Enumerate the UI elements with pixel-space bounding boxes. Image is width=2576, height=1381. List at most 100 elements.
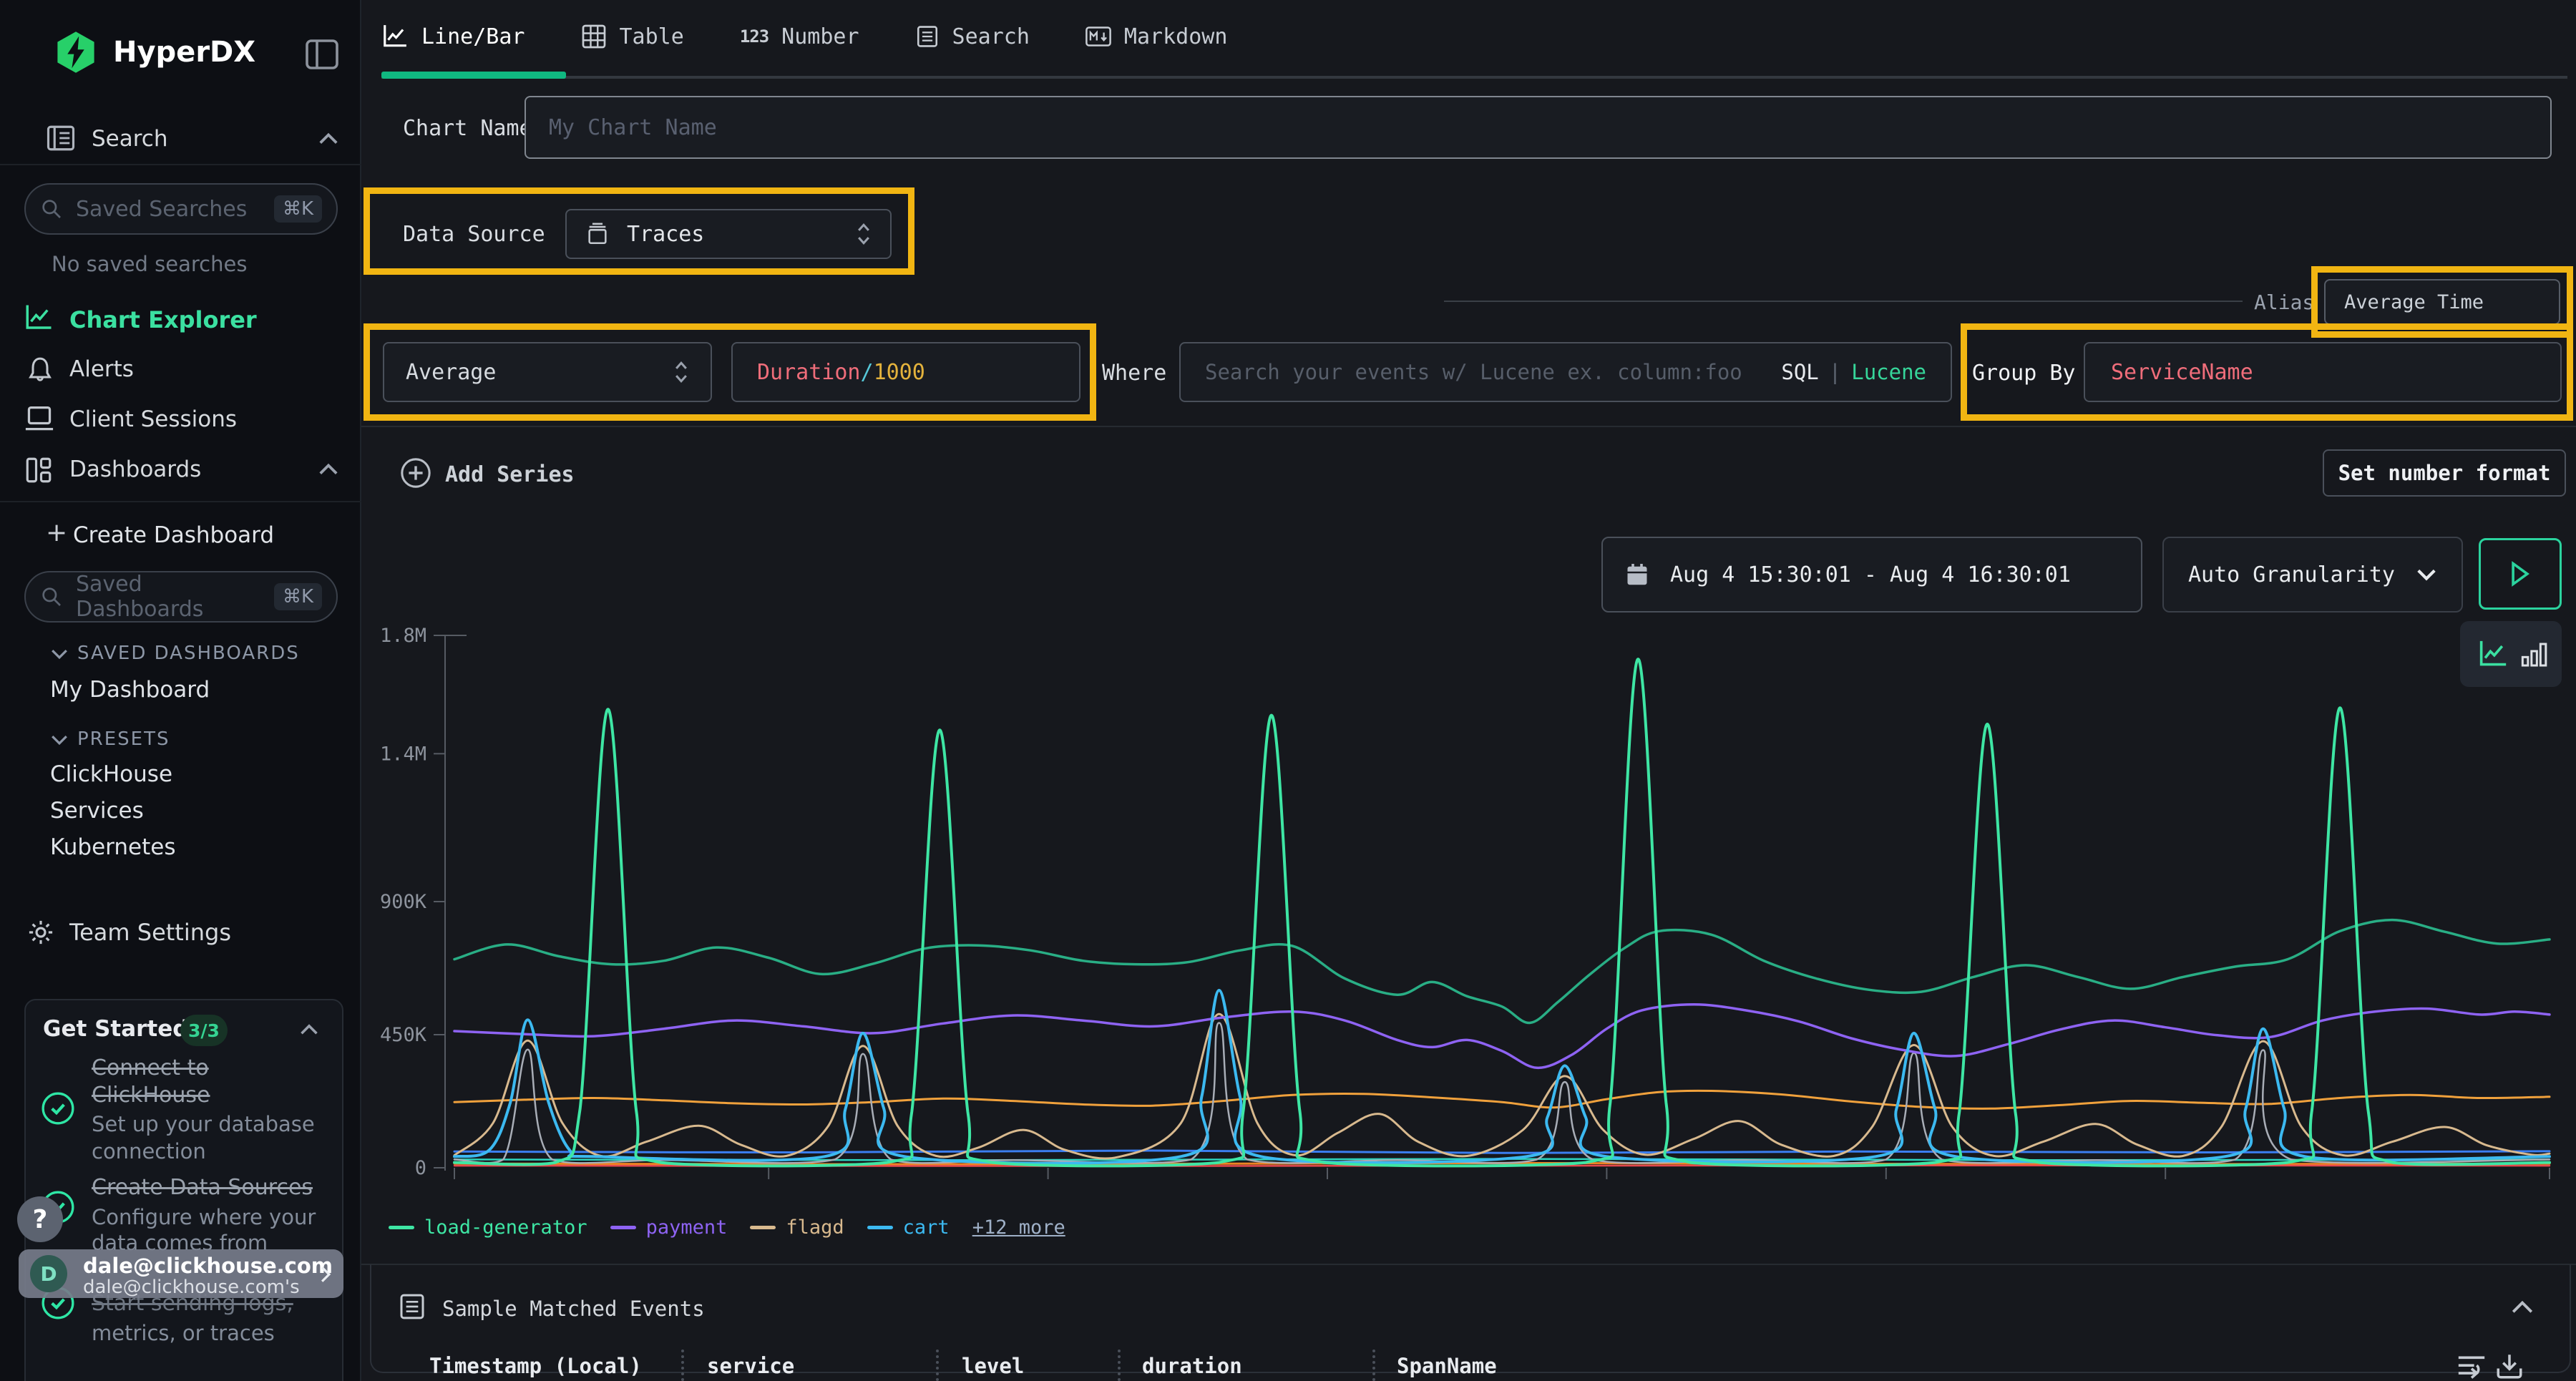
wrap-lines-icon[interactable] [2456,1352,2487,1381]
sidebar-item-chart-explorer[interactable]: Chart Explorer [69,306,257,333]
sidebar-item-clickhouse[interactable]: ClickHouse [50,761,172,787]
legend-more-link[interactable]: +12 more [972,1216,1065,1239]
chevron-up-icon[interactable] [318,462,339,477]
svg-text:450K: 450K [380,1024,427,1046]
set-number-format-button[interactable]: Set number format [2323,449,2566,497]
legend-item-load-generator[interactable]: load-generator [389,1216,587,1239]
divider [0,501,361,502]
legend-swatch [750,1226,776,1229]
svg-text:4:30:00 PM: 4:30:00 PM [2451,1185,2568,1188]
svg-text:4:19:00 PM: 4:19:00 PM [2107,1185,2224,1188]
app-title: HyperDX [113,36,255,69]
alias-value: Average Time [2344,291,2484,313]
column-resize-handle[interactable] [681,1350,684,1381]
column-header-spanname[interactable]: SpanName [1397,1354,1497,1378]
tab-number[interactable]: 123 Number [740,24,859,49]
select-chevrons-icon [673,360,689,384]
bell-icon [26,355,54,385]
data-source-label: Data Source [403,222,545,247]
timeseries-chart[interactable]: 0450K900K1.4M1.8MAug 4 3:30:00 PM3:39:00… [361,615,2576,1188]
svg-text:1.4M: 1.4M [380,743,426,765]
aggregation-select[interactable]: Average [383,342,712,402]
sidebar-item-services[interactable]: Services [50,798,144,824]
lucene-toggle[interactable]: Lucene [1851,360,1926,384]
data-source-select[interactable]: Traces [565,209,892,259]
field-expression-input[interactable]: Duration/1000 [731,342,1080,402]
alias-input[interactable]: Average Time [2324,279,2560,325]
add-circle-icon[interactable] [399,457,432,489]
column-header-level[interactable]: level [962,1354,1024,1378]
create-dashboard-button[interactable]: Create Dashboard [73,522,274,548]
group-title-saved-dashboards[interactable]: SAVED DASHBOARDS [77,643,300,664]
chart-name-label: Chart Name [403,116,532,141]
play-icon [2509,561,2531,587]
add-series-button[interactable]: Add Series [445,462,575,487]
chevron-up-icon[interactable] [299,1023,319,1036]
saved-dashboards-input[interactable]: Saved Dashboards ⌘K [24,571,338,623]
legend-item-cart[interactable]: cart [867,1216,950,1239]
chevron-up-icon[interactable] [318,132,339,146]
data-source-value: Traces [627,222,856,247]
sidebar-item-kubernetes[interactable]: Kubernetes [50,834,175,860]
granularity-select[interactable]: Auto Granularity [2162,537,2463,613]
tab-table[interactable]: Table [581,24,684,49]
where-input[interactable]: Search your events w/ Lucene ex. column:… [1179,342,1952,402]
markdown-icon [1085,25,1111,48]
sql-toggle[interactable]: SQL [1781,360,1818,384]
events-list-icon [398,1292,426,1321]
svg-text:Aug 4 3:30:00 PM: Aug 4 3:30:00 PM [379,1185,565,1188]
column-header-service[interactable]: service [707,1354,794,1378]
group-by-input[interactable]: ServiceName [2084,342,2562,402]
collapse-panel-chevron-icon[interactable] [2510,1299,2534,1315]
number-123-icon: 123 [740,26,769,47]
chart-legend: load-generator payment flagd cart +12 mo… [389,1216,1065,1239]
svg-text:1.8M: 1.8M [380,625,426,647]
saved-searches-input[interactable]: Saved Searches ⌘K [24,183,338,235]
series-other-flat-blue [454,1151,2550,1153]
sidebar-item-alerts[interactable]: Alerts [69,356,134,382]
series-cart [454,990,2550,1163]
field-token-duration: Duration [757,360,861,385]
legend-item-flagd[interactable]: flagd [750,1216,844,1239]
legend-swatch [867,1226,893,1229]
column-header-duration[interactable]: duration [1142,1354,1242,1378]
column-resize-handle[interactable] [1118,1350,1121,1381]
column-resize-handle[interactable] [1372,1350,1375,1381]
sidebar-item-dashboards[interactable]: Dashboards [69,457,201,482]
chevron-down-icon[interactable] [50,648,69,660]
svg-text:0: 0 [415,1157,426,1179]
search-icon [40,197,63,220]
step3-desc-line1: metrics, or traces [92,1321,275,1345]
series-flagd [454,1014,2550,1158]
help-button[interactable]: ? [17,1196,63,1242]
search-list-icon [915,24,940,49]
search-section-icon [46,123,76,153]
column-resize-handle[interactable] [936,1350,939,1381]
tab-markdown[interactable]: Markdown [1085,24,1228,49]
legend-item-payment[interactable]: payment [610,1216,728,1239]
download-icon[interactable] [2494,1351,2524,1381]
divider [361,426,2576,427]
sidebar-item-team-settings[interactable]: Team Settings [69,919,231,946]
collapse-sidebar-icon[interactable] [305,39,339,70]
sidebar-item-client-sessions[interactable]: Client Sessions [69,406,237,432]
column-header-timestamp[interactable]: Timestamp (Local) [429,1354,642,1378]
tab-search[interactable]: Search [915,24,1030,49]
series-other-green [454,920,2550,1023]
chart-name-input[interactable] [526,115,2550,140]
chevron-down-icon[interactable] [50,733,69,746]
chevron-right-icon [319,1265,332,1284]
no-saved-searches-text: No saved searches [52,252,247,276]
sidebar-section-search[interactable]: Search [92,126,168,152]
tab-line-bar[interactable]: Line/Bar [381,24,525,49]
sidebar: HyperDX Search Saved Searches ⌘K No save… [0,0,361,1381]
date-range-input[interactable]: Aug 4 15:30:01 - Aug 4 16:30:01 [1601,537,2142,613]
group-title-presets[interactable]: PRESETS [77,728,170,750]
step1-desc-line1: Set up your database [92,1112,315,1136]
sidebar-item-my-dashboard[interactable]: My Dashboard [50,677,210,703]
step1-title-line1: Connect to [92,1055,209,1080]
divider [0,164,361,165]
run-chart-button[interactable] [2479,538,2562,610]
where-label: Where [1102,361,1166,386]
user-chip[interactable]: D dale@clickhouse.com dale@clickhouse.co… [19,1249,343,1298]
